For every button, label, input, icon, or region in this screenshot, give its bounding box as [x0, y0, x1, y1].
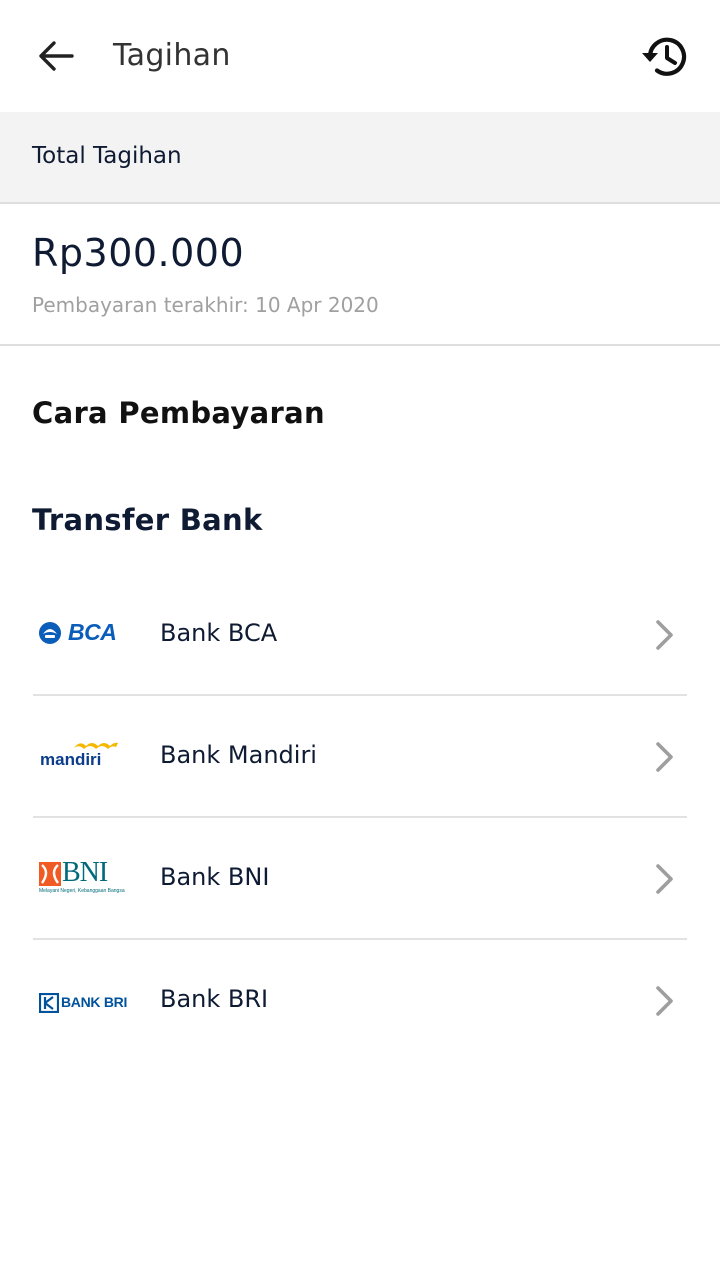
bri-logo-text: BANK BRI: [61, 994, 128, 1010]
bank-list: BCA Bank BCA mandiri Bank Mandiri BNI Me: [0, 574, 720, 1062]
bank-name: Bank BNI: [160, 863, 270, 891]
bank-item-bni[interactable]: BNI Melayani Negeri, Kebanggaan Bangsa B…: [0, 818, 720, 940]
last-payment-date: Pembayaran terakhir: 10 Apr 2020: [32, 293, 379, 317]
arrow-left-icon: [39, 41, 74, 71]
bank-item-bri[interactable]: BANK BRI Bank BRI: [0, 940, 720, 1062]
total-bill-header: Total Tagihan: [0, 112, 720, 204]
back-button[interactable]: [30, 32, 82, 80]
bank-transfer-title: Transfer Bank: [32, 503, 263, 537]
bank-name: Bank BCA: [160, 619, 278, 647]
bank-item-bca[interactable]: BCA Bank BCA: [0, 574, 720, 696]
bank-name: Bank Mandiri: [160, 741, 317, 769]
bank-item-mandiri[interactable]: mandiri Bank Mandiri: [0, 696, 720, 818]
total-bill-label: Total Tagihan: [32, 143, 182, 169]
chevron-right-icon: [656, 742, 673, 772]
chevron-right-icon: [656, 864, 673, 894]
history-button[interactable]: [636, 30, 694, 84]
page-title: Tagihan: [113, 38, 231, 73]
mandiri-logo-text: mandiri: [40, 750, 102, 769]
bni-logo-text: BNI: [62, 857, 108, 888]
total-amount: Rp300.000: [32, 231, 245, 275]
bni-logo: BNI Melayani Negeri, Kebanggaan Bangsa: [38, 857, 125, 898]
payment-method-section-title: Cara Pembayaran: [32, 396, 325, 430]
app-bar: Tagihan: [0, 0, 720, 112]
chevron-right-icon: [656, 986, 673, 1016]
mandiri-logo: mandiri: [38, 736, 122, 776]
history-icon: [642, 37, 687, 76]
bank-name: Bank BRI: [160, 985, 269, 1013]
bni-logo-tagline: Melayani Negeri, Kebanggaan Bangsa: [39, 888, 125, 894]
bri-logo: BANK BRI: [38, 980, 127, 1020]
bca-logo-text: BCA: [68, 619, 117, 645]
chevron-right-icon: [656, 620, 673, 650]
divider: [0, 344, 720, 346]
